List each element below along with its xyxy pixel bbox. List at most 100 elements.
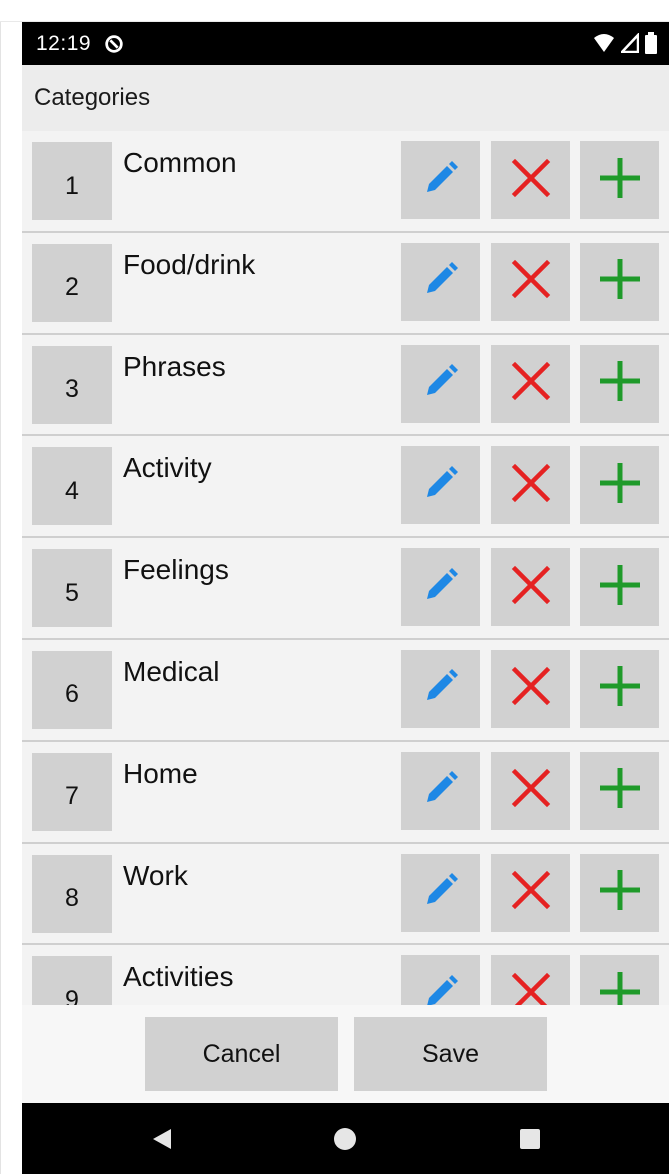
category-list[interactable]: 1 Common 2 Food/drink 3 Phrases 4 Activi…: [22, 131, 669, 1005]
close-icon: [511, 463, 551, 508]
edit-category-button[interactable]: [401, 751, 480, 830]
nav-home-icon[interactable]: [315, 1103, 375, 1174]
status-right-icons: [593, 32, 657, 54]
pencil-icon: [421, 666, 461, 711]
category-row: 8 Work: [22, 844, 669, 946]
category-name: Work: [123, 859, 188, 891]
add-category-button[interactable]: [580, 344, 659, 423]
pencil-icon: [421, 259, 461, 304]
category-row: 1 Common: [22, 131, 669, 233]
category-name: Phrases: [123, 350, 226, 382]
plus-icon: [597, 562, 643, 613]
delete-category-button[interactable]: [491, 751, 570, 830]
plus-icon: [597, 867, 643, 918]
nav-recent-icon[interactable]: [500, 1103, 560, 1174]
phone-screen: 12:19 Categories 1 Common 2 Food/drink 3…: [22, 22, 669, 1174]
category-row: 5 Feelings: [22, 538, 669, 640]
category-name: Activity: [123, 452, 212, 484]
sync-icon: [105, 34, 123, 53]
plus-icon: [597, 969, 643, 1005]
category-name: Medical: [123, 655, 220, 687]
category-row: 9 Activities: [22, 945, 669, 1005]
delete-category-button[interactable]: [491, 141, 570, 219]
close-icon: [511, 666, 551, 711]
close-icon: [511, 565, 551, 610]
delete-category-button[interactable]: [491, 649, 570, 728]
pencil-icon: [421, 158, 461, 203]
category-number-button[interactable]: 5: [32, 549, 112, 628]
delete-category-button[interactable]: [491, 344, 570, 423]
category-number-button[interactable]: 1: [32, 142, 112, 220]
edit-category-button[interactable]: [401, 446, 480, 525]
pencil-icon: [421, 565, 461, 610]
plus-icon: [597, 155, 643, 206]
add-category-button[interactable]: [580, 446, 659, 525]
page-title: Categories: [34, 84, 151, 111]
save-button[interactable]: Save: [354, 1017, 547, 1091]
category-row: 6 Medical: [22, 640, 669, 742]
plus-icon: [597, 460, 643, 511]
category-name: Feelings: [123, 554, 229, 586]
delete-category-button[interactable]: [491, 242, 570, 321]
system-nav-bar: [22, 1103, 669, 1174]
pencil-icon: [421, 768, 461, 813]
category-name: Activities: [123, 961, 234, 993]
close-icon: [511, 259, 551, 304]
add-category-button[interactable]: [580, 751, 659, 830]
add-category-button[interactable]: [580, 242, 659, 321]
add-category-button[interactable]: [580, 548, 659, 627]
edit-category-button[interactable]: [401, 344, 480, 423]
delete-category-button[interactable]: [491, 955, 570, 1005]
close-icon: [511, 361, 551, 406]
category-name: Home: [123, 757, 198, 789]
category-number-button[interactable]: 2: [32, 243, 112, 322]
wifi-icon: [594, 34, 614, 52]
outer-frame-left: [0, 22, 1, 1174]
edit-category-button[interactable]: [401, 548, 480, 627]
category-row: 4 Activity: [22, 436, 669, 539]
delete-category-button[interactable]: [491, 548, 570, 627]
category-number-button[interactable]: 4: [32, 447, 112, 526]
bottom-button-bar: Cancel Save: [22, 1005, 669, 1103]
add-category-button[interactable]: [580, 853, 659, 932]
pencil-icon: [421, 972, 461, 1005]
battery-icon: [645, 32, 657, 54]
add-category-button[interactable]: [580, 955, 659, 1005]
close-icon: [511, 158, 551, 203]
outer-frame-top: [0, 0, 669, 22]
category-number-button[interactable]: 7: [32, 752, 112, 831]
category-number-button[interactable]: 3: [32, 345, 112, 424]
title-bar: Categories: [22, 65, 669, 131]
pencil-icon: [421, 361, 461, 406]
add-category-button[interactable]: [580, 649, 659, 728]
close-icon: [511, 768, 551, 813]
category-number-button[interactable]: 6: [32, 650, 112, 729]
plus-icon: [597, 663, 643, 714]
edit-category-button[interactable]: [401, 242, 480, 321]
pencil-icon: [421, 870, 461, 915]
edit-category-button[interactable]: [401, 853, 480, 932]
category-row: 3 Phrases: [22, 335, 669, 437]
category-number-button[interactable]: 8: [32, 854, 112, 933]
nav-back-icon[interactable]: [132, 1103, 192, 1174]
pencil-icon: [421, 463, 461, 508]
edit-category-button[interactable]: [401, 955, 480, 1005]
plus-icon: [597, 765, 643, 816]
category-name: Food/drink: [123, 248, 256, 280]
category-number-button[interactable]: 9: [32, 956, 112, 1005]
plus-icon: [597, 256, 643, 307]
close-icon: [511, 870, 551, 915]
cancel-button[interactable]: Cancel: [145, 1017, 338, 1091]
status-bar: 12:19: [22, 22, 669, 65]
category-row: 7 Home: [22, 742, 669, 844]
edit-category-button[interactable]: [401, 649, 480, 728]
add-category-button[interactable]: [580, 141, 659, 219]
plus-icon: [597, 358, 643, 409]
category-name: Common: [123, 147, 237, 178]
category-row: 2 Food/drink: [22, 233, 669, 335]
signal-icon: [621, 33, 639, 53]
delete-category-button[interactable]: [491, 446, 570, 525]
delete-category-button[interactable]: [491, 853, 570, 932]
status-time: 12:19: [36, 31, 92, 55]
edit-category-button[interactable]: [401, 141, 480, 219]
